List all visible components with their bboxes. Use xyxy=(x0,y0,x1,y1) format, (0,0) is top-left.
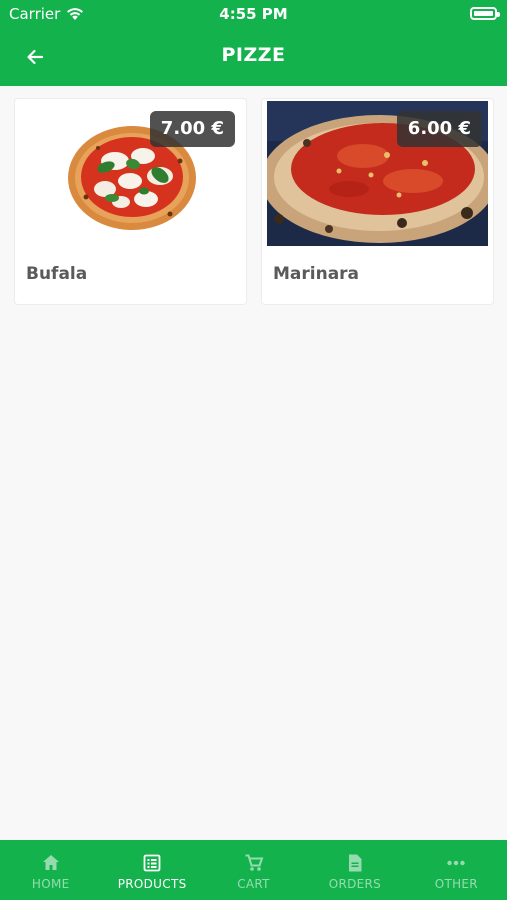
tab-cart[interactable]: CART xyxy=(203,840,304,900)
battery-icon xyxy=(470,7,500,20)
price-badge: 6.00 € xyxy=(396,111,482,147)
product-name: Marinara xyxy=(273,264,360,284)
tab-products[interactable]: PRODUCTS xyxy=(101,840,202,900)
tab-label: PRODUCTS xyxy=(117,877,187,891)
price-badge: 7.00 € xyxy=(149,111,235,147)
tab-label: HOME xyxy=(31,877,70,891)
tab-other[interactable]: OTHER xyxy=(406,840,507,900)
clock: 4:55 PM xyxy=(219,5,288,23)
tab-label: OTHER xyxy=(434,877,478,891)
more-icon xyxy=(447,860,466,866)
tab-bar: HOME PRODUCTS CART ORDERS OTHER xyxy=(0,840,507,900)
tab-label: ORDERS xyxy=(328,877,382,891)
page-title: PIZZE xyxy=(221,44,286,66)
document-icon xyxy=(348,854,362,872)
status-bar: Carrier 4:55 PM xyxy=(0,0,507,28)
product-card-marinara[interactable]: 6.00 € Marinara xyxy=(261,98,494,305)
navigation-bar: PIZZE xyxy=(0,28,507,86)
product-name: Bufala xyxy=(26,264,88,284)
product-card-bufala[interactable]: 7.00 € Bufala xyxy=(14,98,247,305)
app-header: Carrier 4:55 PM PIZZE xyxy=(0,0,507,86)
tab-orders[interactable]: ORDERS xyxy=(304,840,405,900)
tab-label: CART xyxy=(237,877,270,891)
cart-icon xyxy=(245,854,263,871)
tab-home[interactable]: HOME xyxy=(0,840,101,900)
list-icon xyxy=(143,854,161,872)
home-icon xyxy=(42,855,59,870)
